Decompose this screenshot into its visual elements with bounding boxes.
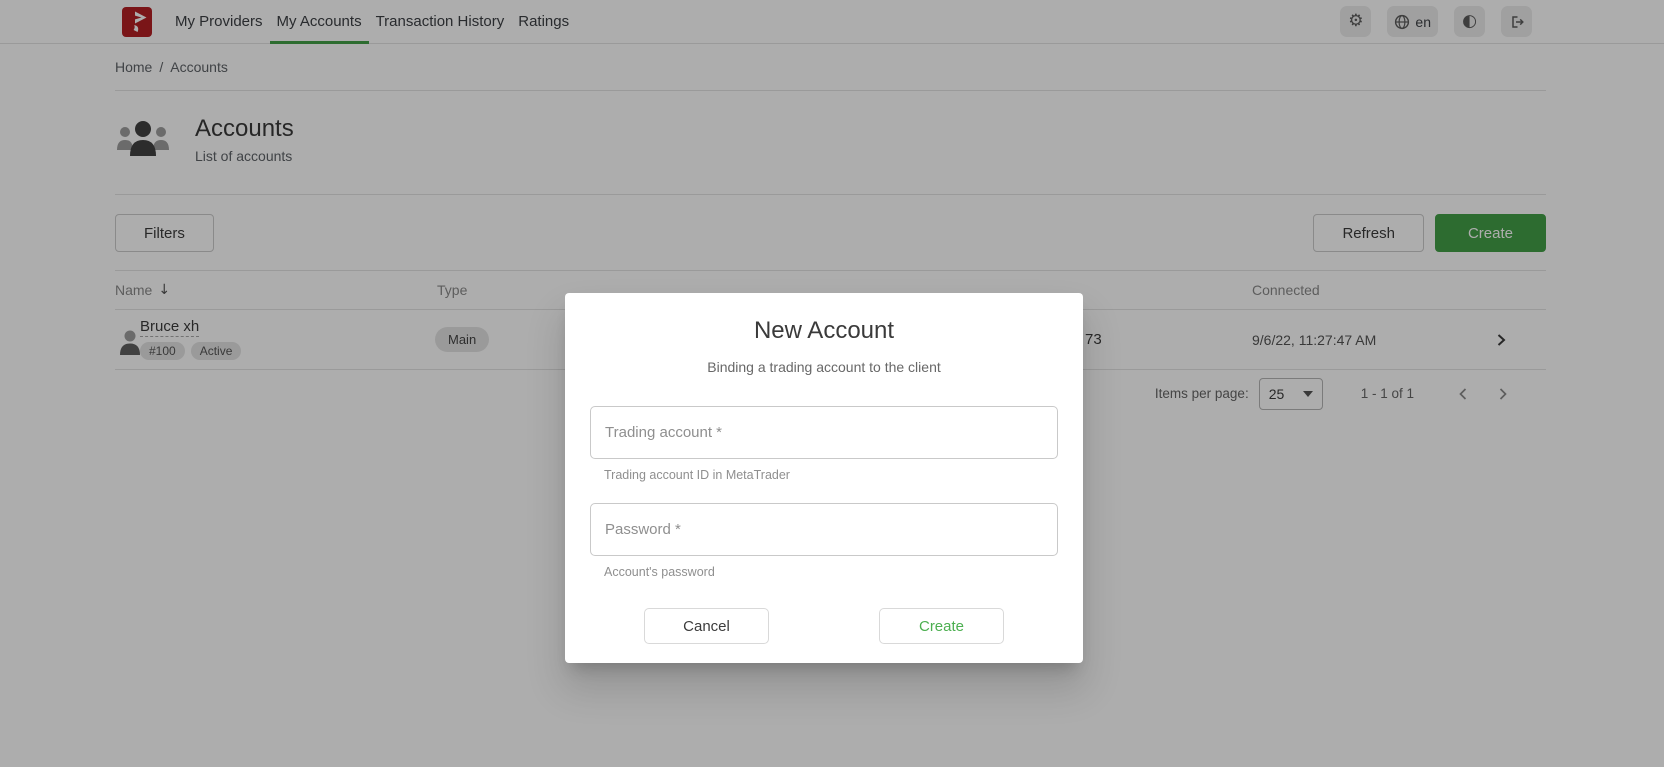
- dialog-actions: Cancel Create: [590, 608, 1058, 644]
- dialog-subtitle: Binding a trading account to the client: [590, 359, 1058, 375]
- cancel-button[interactable]: Cancel: [644, 608, 769, 644]
- dialog-create-button[interactable]: Create: [879, 608, 1004, 644]
- dialog-title: New Account: [590, 317, 1058, 345]
- trading-account-input[interactable]: [590, 406, 1058, 459]
- new-account-dialog: New Account Binding a trading account to…: [565, 293, 1083, 663]
- password-input[interactable]: [590, 503, 1058, 556]
- trading-account-hint: Trading account ID in MetaTrader: [590, 468, 1058, 482]
- password-hint: Account's password: [590, 565, 1058, 579]
